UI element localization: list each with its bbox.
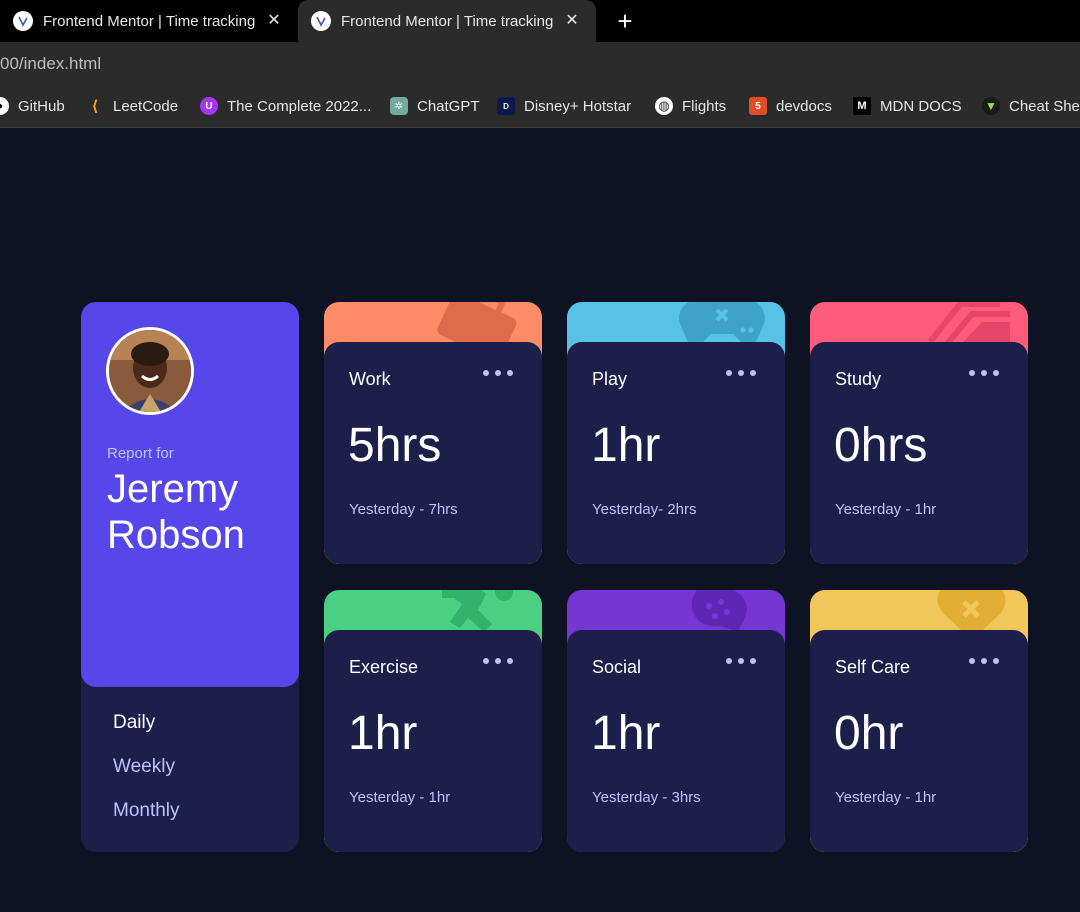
frontend-mentor-favicon-icon [311,11,331,31]
period-monthly[interactable]: Monthly [113,800,180,822]
tab-title: Frontend Mentor | Time tracking [341,12,554,30]
card-previous: Yesterday - 1hr [835,501,937,518]
card-hours: 0hrs [834,419,928,472]
bookmark-udemy[interactable]: U The Complete 2022... [200,95,371,117]
card-panel[interactable]: Play 1hr Yesterday- 2hrs [567,342,785,564]
card-category: Exercise [349,657,419,677]
card-previous: Yesterday - 1hr [349,789,451,806]
bookmark-flights[interactable]: ◍ Flights [655,95,726,117]
card-hours: 5hrs [348,419,442,472]
user-first-name: Jeremy [107,467,239,511]
tab-title: Frontend Mentor | Time tracking [43,12,256,30]
browser-tab-bar: Frontend Mentor | Time tracking ✕ Fronte… [0,0,1080,42]
bookmark-chatgpt[interactable]: ✲ ChatGPT [390,95,480,117]
frontend-mentor-favicon-icon [13,11,33,31]
avatar-image [109,330,191,412]
address-bar[interactable]: 00/index.html [0,42,1080,84]
bookmark-label: GitHub [18,97,65,115]
leetcode-icon: ⟨ [91,98,99,115]
bookmark-label: Cheat Shee [1009,97,1080,115]
card-hours: 1hr [348,707,418,760]
avatar [106,327,194,415]
globe-icon: ◍ [655,97,673,115]
bookmark-cheatsheet[interactable]: ▼ Cheat Shee [982,95,1080,117]
cheatsheet-icon: ▼ [982,97,1000,115]
card-self-care: Self Care 0hr Yesterday - 1hr [810,590,1028,852]
bookmark-label: The Complete 2022... [227,97,372,115]
bookmark-leetcode[interactable]: ⟨ LeetCode [86,95,179,117]
card-panel[interactable]: Work 5hrs Yesterday - 7hrs [324,342,542,564]
ellipsis-icon[interactable] [969,366,999,380]
ellipsis-icon[interactable] [969,654,999,668]
card-hours: 1hr [591,707,661,760]
card-panel[interactable]: Study 0hrs Yesterday - 1hr [810,342,1028,564]
udemy-icon: U [200,97,218,115]
bookmark-label: Disney+ Hotstar [524,97,632,115]
url-text[interactable]: 00/index.html [0,54,101,74]
bookmark-mdn[interactable]: M MDN DOCS [853,95,962,117]
close-tab-icon[interactable]: ✕ [264,11,284,31]
card-previous: Yesterday- 2hrs [592,501,697,518]
card-panel[interactable]: Social 1hr Yesterday - 3hrs [567,630,785,852]
mdn-icon: M [853,97,871,115]
card-category: Self Care [835,657,911,677]
devdocs-icon: 5 [749,97,767,115]
ellipsis-icon[interactable] [483,654,513,668]
user-last-name: Robson [107,513,245,557]
bookmark-label: devdocs [776,97,832,115]
bookmark-label: ChatGPT [417,97,480,115]
period-daily[interactable]: Daily [113,712,155,734]
profile-header: Report for Jeremy Robson [81,302,299,687]
bookmark-devdocs[interactable]: 5 devdocs [749,95,832,117]
ellipsis-icon[interactable] [483,366,513,380]
card-previous: Yesterday - 1hr [835,789,937,806]
card-social: Social 1hr Yesterday - 3hrs [567,590,785,852]
browser-tab[interactable]: Frontend Mentor | Time tracking ✕ [0,0,298,42]
period-weekly[interactable]: Weekly [113,756,175,778]
ellipsis-icon[interactable] [726,654,756,668]
new-tab-button[interactable]: + [611,7,639,35]
card-exercise: Exercise 1hr Yesterday - 1hr [324,590,542,852]
card-study: Study 0hrs Yesterday - 1hr [810,302,1028,564]
card-play: Play 1hr Yesterday- 2hrs [567,302,785,564]
bookmark-github[interactable]: ● GitHub [0,95,65,117]
card-category: Social [592,657,642,677]
bookmark-label: Flights [682,97,727,115]
bookmark-hotstar[interactable]: D Disney+ Hotstar [497,95,631,117]
user-name: Jeremy Robson [107,466,245,558]
hotstar-icon: D [497,97,515,115]
card-hours: 1hr [591,419,661,472]
ellipsis-icon[interactable] [726,366,756,380]
card-category: Play [592,369,628,389]
card-previous: Yesterday - 7hrs [349,501,458,518]
bookmark-label: MDN DOCS [880,97,962,115]
card-panel[interactable]: Self Care 0hr Yesterday - 1hr [810,630,1028,852]
card-panel[interactable]: Exercise 1hr Yesterday - 1hr [324,630,542,852]
card-category: Work [349,369,391,389]
bookmark-label: LeetCode [113,97,179,115]
card-category: Study [835,369,882,389]
bookmarks-bar: ● GitHub ⟨ LeetCode U The Complete 2022.… [0,84,1080,128]
report-for-label: Report for [107,445,174,462]
github-icon: ● [0,97,9,115]
card-work: Work 5hrs Yesterday - 7hrs [324,302,542,564]
profile-card: Report for Jeremy Robson Daily Weekly Mo… [81,302,299,852]
close-tab-icon[interactable]: ✕ [562,11,582,31]
chatgpt-icon: ✲ [390,97,408,115]
browser-tab-active[interactable]: Frontend Mentor | Time tracking ✕ [298,0,596,42]
card-previous: Yesterday - 3hrs [592,789,701,806]
card-hours: 0hr [834,707,904,760]
